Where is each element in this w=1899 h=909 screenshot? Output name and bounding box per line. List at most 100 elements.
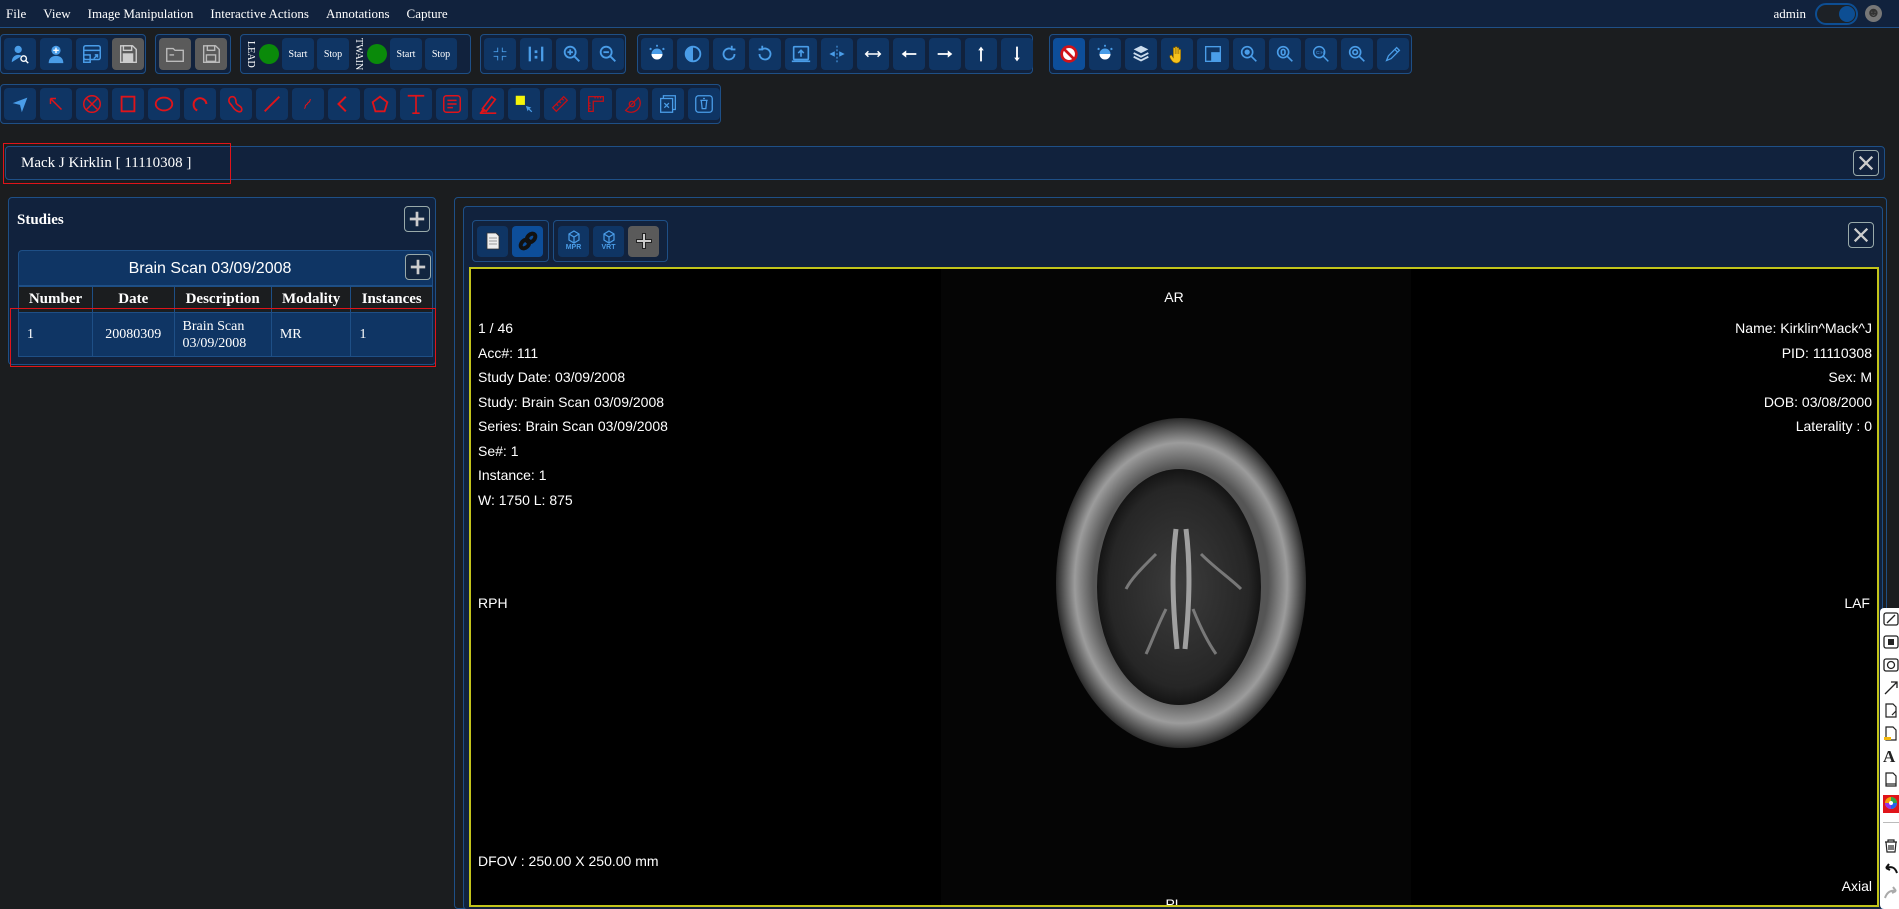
lead-stop-button[interactable]: Stop [317, 38, 349, 70]
menu-annotations[interactable]: Annotations [326, 6, 390, 22]
column-number[interactable]: Number [17, 286, 94, 313]
pan-down-button[interactable] [1001, 38, 1033, 70]
side-stamp-button[interactable] [1883, 772, 1899, 790]
curve-tool-button[interactable] [220, 88, 252, 120]
pointer-arrow-tool-button[interactable] [40, 88, 72, 120]
no-action-button[interactable] [1053, 38, 1085, 70]
select-tool-button[interactable] [4, 88, 36, 120]
image-canvas[interactable]: AR 1 / 46 Acc#: 111 Study Date: 03/09/20… [469, 267, 1879, 907]
pan-left-button[interactable] [893, 38, 925, 70]
zoom-in-button[interactable] [556, 38, 588, 70]
side-line-button[interactable] [1883, 611, 1899, 629]
lead-start-button[interactable]: Start [282, 38, 314, 70]
table-row[interactable]: 1 20080309 Brain Scan 03/09/2008 MR 1 [17, 312, 433, 357]
close-patient-button[interactable] [1853, 150, 1879, 176]
fit-to-screen-button[interactable] [484, 38, 516, 70]
side-note-button[interactable] [1883, 703, 1899, 721]
side-highlight-button[interactable] [1883, 726, 1899, 744]
close-viewer-button[interactable] [1848, 222, 1874, 248]
fit-horizontal-button[interactable] [857, 38, 889, 70]
column-date[interactable]: Date [92, 286, 175, 313]
zoom-region-button[interactable] [1269, 38, 1301, 70]
pan-up-button[interactable] [965, 38, 997, 70]
twain-stop-button[interactable]: Stop [425, 38, 457, 70]
window-layout-button[interactable] [76, 38, 108, 70]
study-header[interactable]: Brain Scan 03/09/2008 [18, 250, 433, 286]
side-text-button[interactable]: A [1883, 748, 1899, 767]
pan-hand-button[interactable] [1161, 38, 1193, 70]
menu-capture[interactable]: Capture [407, 6, 448, 22]
user-avatar-icon[interactable]: ☻ [1865, 5, 1882, 22]
line-tool-button[interactable] [256, 88, 288, 120]
orientation-bottom: PL [1165, 896, 1183, 907]
cine-zoom-button[interactable]: C:H [1305, 38, 1337, 70]
angle-ruler-tool-button[interactable] [580, 88, 612, 120]
menu-file[interactable]: File [6, 6, 26, 22]
side-color-picker-button[interactable] [1883, 795, 1899, 813]
brightness-button[interactable] [641, 38, 673, 70]
column-modality[interactable]: Modality [270, 286, 352, 313]
polyline-tool-button[interactable] [328, 88, 360, 120]
zoom-point-icon [1348, 45, 1365, 62]
protractor-tool-button[interactable] [616, 88, 648, 120]
document-button[interactable] [477, 225, 508, 257]
add-study-button[interactable] [404, 206, 430, 232]
freehand-tool-button[interactable] [292, 88, 324, 120]
add-patient-button[interactable] [40, 38, 72, 70]
menu-view[interactable]: View [43, 6, 70, 22]
flip-button[interactable] [785, 38, 817, 70]
region-button[interactable] [1197, 38, 1229, 70]
magnify-glass-button[interactable] [1233, 38, 1265, 70]
search-patient-button[interactable] [4, 38, 36, 70]
rotate-counterclockwise-button[interactable] [749, 38, 781, 70]
pan-right-button[interactable] [929, 38, 961, 70]
side-redo-button[interactable] [1883, 884, 1899, 902]
add-viewer-button[interactable] [628, 225, 659, 257]
zoom-point-button[interactable] [1341, 38, 1373, 70]
side-rectangle-button[interactable] [1883, 634, 1899, 652]
center-button[interactable] [821, 38, 853, 70]
vrt-button[interactable]: VRT [593, 225, 624, 257]
highlight-tool-button[interactable] [472, 88, 504, 120]
save-button[interactable] [195, 38, 227, 70]
text-tool-button[interactable] [400, 88, 432, 120]
mpr-button[interactable]: MPR [558, 225, 589, 257]
rectangle-tool-button[interactable] [112, 88, 144, 120]
menu-interactive-actions[interactable]: Interactive Actions [210, 6, 309, 22]
link-button[interactable] [512, 225, 543, 257]
actual-size-button[interactable] [520, 38, 552, 70]
center-icon [829, 45, 845, 63]
column-description[interactable]: Description [173, 286, 272, 313]
overlay-accession: Acc#: 111 [478, 344, 539, 361]
side-delete-button[interactable] [1883, 838, 1899, 856]
column-instances[interactable]: Instances [350, 286, 433, 313]
document-icon [486, 232, 499, 250]
theme-toggle[interactable] [1815, 3, 1858, 25]
stack-button[interactable] [1125, 38, 1157, 70]
clear-annotations-button[interactable] [688, 88, 720, 120]
pencil-button[interactable] [1377, 38, 1409, 70]
hotspot-tool-button[interactable] [508, 88, 540, 120]
side-ellipse-button[interactable] [1883, 657, 1899, 675]
note-tool-button[interactable] [436, 88, 468, 120]
ellipse-tool-button[interactable] [148, 88, 180, 120]
menu-image-manipulation[interactable]: Image Manipulation [88, 6, 194, 22]
patient-label[interactable]: Mack J Kirklin [ 11110308 ] [21, 155, 191, 172]
cross-out-tool-button[interactable] [76, 88, 108, 120]
open-folder-button[interactable] [159, 38, 191, 70]
window-level-button[interactable] [1089, 38, 1121, 70]
twain-start-button[interactable]: Start [390, 38, 422, 70]
add-series-button[interactable] [405, 254, 431, 280]
ruler-tool-button[interactable] [544, 88, 576, 120]
side-undo-button[interactable] [1883, 861, 1899, 879]
arc-tool-button[interactable] [184, 88, 216, 120]
zoom-out-button[interactable] [592, 38, 624, 70]
polygon-tool-button[interactable] [364, 88, 396, 120]
delete-annotation-button[interactable] [652, 88, 684, 120]
save-series-button[interactable] [112, 38, 144, 70]
side-arrow-button[interactable] [1883, 680, 1899, 698]
rotate-clockwise-button[interactable] [713, 38, 745, 70]
close-icon [1858, 155, 1874, 171]
contrast-button[interactable] [677, 38, 709, 70]
horizontal-arrows-icon [864, 50, 882, 58]
